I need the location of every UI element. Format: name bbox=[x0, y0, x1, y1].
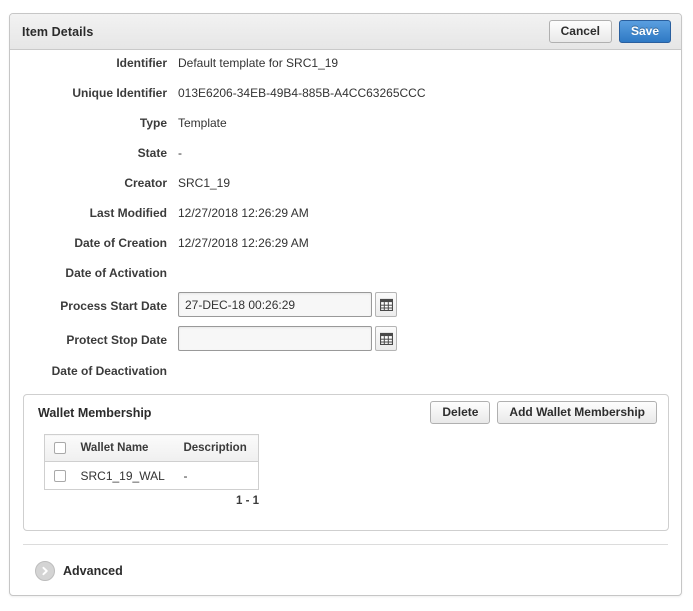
table-header: Wallet Name Description bbox=[44, 434, 259, 462]
field-label: Process Start Date bbox=[60, 299, 167, 313]
column-header-wallet-name[interactable]: Wallet Name bbox=[74, 434, 178, 462]
table-row[interactable]: SRC1_19_WAL - bbox=[44, 461, 259, 490]
field-value: Default template for SRC1_19 bbox=[178, 56, 339, 70]
row-select-cell bbox=[44, 461, 75, 490]
add-wallet-membership-button[interactable]: Add Wallet Membership bbox=[497, 401, 657, 424]
table-body: SRC1_19_WAL - bbox=[44, 461, 259, 490]
advanced-toggle[interactable]: Advanced bbox=[35, 561, 123, 581]
field-label: State bbox=[137, 146, 167, 160]
field-value: SRC1_19 bbox=[178, 176, 231, 190]
field-label: Identifier bbox=[116, 56, 167, 70]
field-row-date-of-creation: Date of Creation 12/27/2018 12:26:29 AM bbox=[10, 230, 681, 260]
page-title: Item Details bbox=[22, 25, 94, 39]
field-value: 013E6206-34EB-49B4-885B-A4CC63265CCC bbox=[178, 86, 426, 100]
field-row-unique-identifier: Unique Identifier 013E6206-34EB-49B4-885… bbox=[10, 80, 681, 110]
calendar-icon-button[interactable] bbox=[375, 326, 397, 351]
item-details-form: Identifier Default template for SRC1_19 … bbox=[10, 50, 681, 388]
protect-stop-date-control bbox=[178, 326, 397, 351]
row-checkbox[interactable] bbox=[54, 470, 66, 483]
field-value: 12/27/2018 12:26:29 AM bbox=[178, 206, 309, 220]
titlebar-actions: Cancel Save bbox=[548, 20, 671, 43]
field-value: - bbox=[178, 146, 182, 160]
process-start-date-control bbox=[178, 292, 397, 317]
delete-button[interactable]: Delete bbox=[430, 401, 491, 424]
wallet-membership-title: Wallet Membership bbox=[38, 406, 152, 420]
item-details-card: Item Details Cancel Save Identifier Defa… bbox=[9, 13, 682, 596]
wallet-membership-actions: Delete Add Wallet Membership bbox=[430, 401, 657, 424]
field-row-state: State - bbox=[10, 140, 681, 170]
field-label: Date of Deactivation bbox=[51, 364, 167, 378]
wallet-membership-table: Wallet Name Description SRC1_19_WAL - bbox=[44, 434, 259, 490]
protect-stop-date-input[interactable] bbox=[178, 326, 372, 351]
field-label: Type bbox=[139, 116, 167, 130]
cancel-button[interactable]: Cancel bbox=[548, 20, 612, 43]
advanced-label: Advanced bbox=[63, 564, 123, 578]
advanced-section: Advanced bbox=[23, 544, 668, 591]
chevron-right-circle-icon bbox=[35, 561, 55, 581]
save-button[interactable]: Save bbox=[618, 20, 671, 43]
field-value: 12/27/2018 12:26:29 AM bbox=[178, 236, 309, 250]
field-row-date-of-activation: Date of Activation bbox=[10, 260, 681, 290]
field-label: Date of Activation bbox=[65, 266, 167, 280]
field-row-last-modified: Last Modified 12/27/2018 12:26:29 AM bbox=[10, 200, 681, 230]
field-row-date-of-deactivation: Date of Deactivation bbox=[10, 358, 681, 388]
cell-wallet-name: SRC1_19_WAL bbox=[74, 461, 178, 490]
field-label: Creator bbox=[124, 176, 167, 190]
dialog-titlebar: Item Details Cancel Save bbox=[10, 14, 681, 50]
field-value: Template bbox=[178, 116, 227, 130]
calendar-icon bbox=[379, 298, 393, 311]
process-start-date-input[interactable] bbox=[178, 292, 372, 317]
field-row-process-start-date: Process Start Date bbox=[10, 290, 681, 324]
table-header-row: Wallet Name Description bbox=[44, 434, 259, 462]
field-row-protect-stop-date: Protect Stop Date bbox=[10, 324, 681, 358]
select-all-checkbox[interactable] bbox=[54, 441, 66, 454]
wallet-membership-panel: Wallet Membership Delete Add Wallet Memb… bbox=[23, 394, 669, 531]
field-row-type: Type Template bbox=[10, 110, 681, 140]
field-row-creator: Creator SRC1_19 bbox=[10, 170, 681, 200]
field-row-identifier: Identifier Default template for SRC1_19 bbox=[10, 50, 681, 80]
field-label: Date of Creation bbox=[74, 236, 167, 250]
field-label: Unique Identifier bbox=[72, 86, 167, 100]
table-pagination-status: 1 - 1 bbox=[235, 495, 259, 507]
calendar-icon bbox=[379, 332, 393, 345]
cell-description: - bbox=[177, 461, 259, 490]
field-label: Protect Stop Date bbox=[66, 333, 167, 347]
select-all-header bbox=[44, 434, 75, 462]
field-label: Last Modified bbox=[89, 206, 167, 220]
column-header-description[interactable]: Description bbox=[177, 434, 259, 462]
calendar-icon-button[interactable] bbox=[375, 292, 397, 317]
